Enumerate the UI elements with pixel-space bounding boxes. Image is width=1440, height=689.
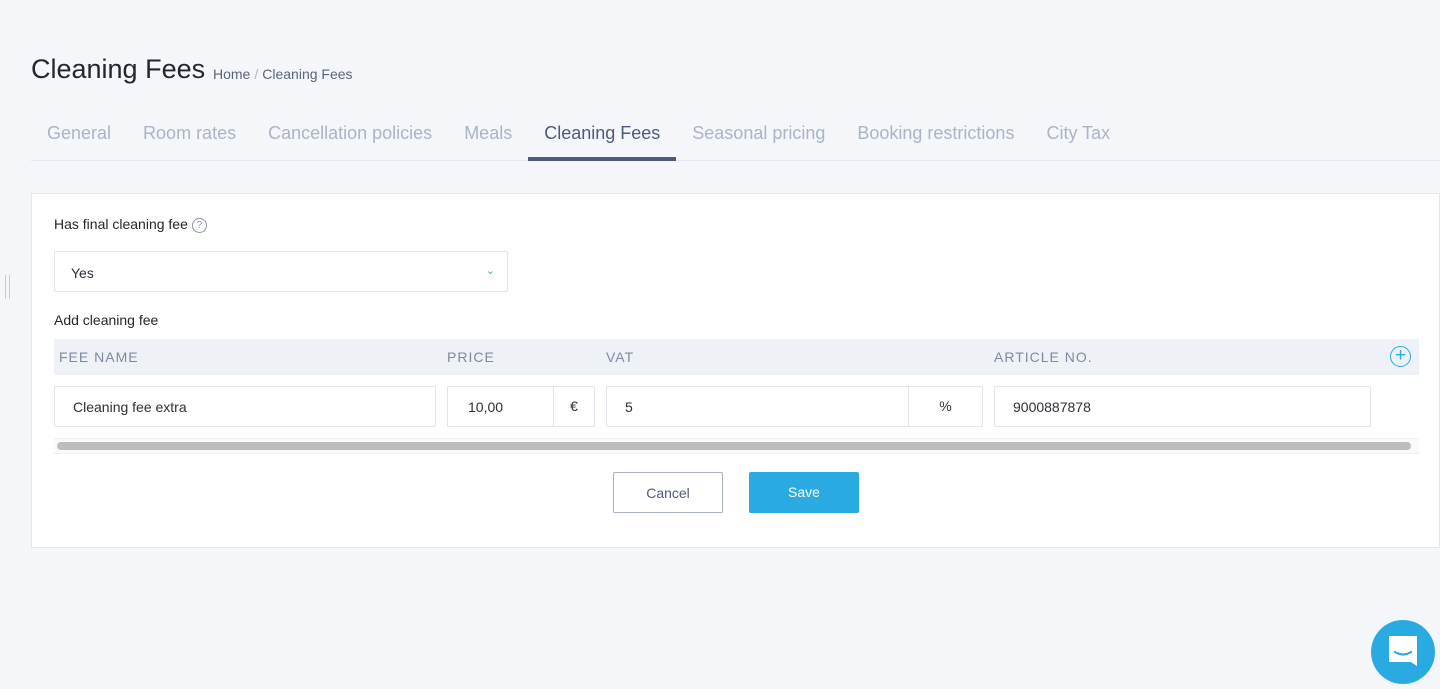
breadcrumb-home[interactable]: Home <box>213 66 250 82</box>
add-row-plus-icon[interactable]: + <box>1390 346 1411 367</box>
tab-booking-restrictions[interactable]: Booking restrictions <box>841 120 1030 161</box>
chat-launcher-button[interactable] <box>1371 620 1435 684</box>
col-article-no: ARTICLE NO. <box>994 349 1093 365</box>
breadcrumb: Home / Cleaning Fees <box>213 66 353 82</box>
resize-handle[interactable] <box>5 275 10 299</box>
currency-addon: € <box>553 387 594 426</box>
help-icon[interactable]: ? <box>191 217 207 233</box>
cleaning-fee-panel: Has final cleaning fee? Yes ⌄ Add cleanin… <box>31 193 1440 548</box>
has-fee-select[interactable]: Yes ⌄ <box>54 251 508 292</box>
chat-icon <box>1389 636 1417 666</box>
has-fee-label-text: Has final cleaning fee <box>54 216 188 232</box>
add-fee-label: Add cleaning fee <box>54 312 159 328</box>
cancel-button[interactable]: Cancel <box>613 472 723 513</box>
save-button[interactable]: Save <box>749 472 859 513</box>
select-value: Yes <box>71 265 94 281</box>
tab-room-rates[interactable]: Room rates <box>127 120 252 161</box>
table-header: FEE NAME PRICE VAT ARTICLE NO. + <box>54 339 1419 375</box>
chevron-down-icon: ⌄ <box>485 265 495 277</box>
vat-unit-addon: % <box>908 387 982 426</box>
tab-city-tax[interactable]: City Tax <box>1030 120 1126 161</box>
vat-input[interactable]: 5% <box>606 386 983 427</box>
tab-general[interactable]: General <box>31 120 127 161</box>
col-fee-name: FEE NAME <box>59 349 139 365</box>
col-vat: VAT <box>606 349 635 365</box>
page-title: Cleaning Fees <box>31 54 206 84</box>
article-no-input[interactable]: 9000887878 <box>994 386 1371 427</box>
tab-cleaning-fees[interactable]: Cleaning Fees <box>528 120 677 161</box>
tab-cancellation-policies[interactable]: Cancellation policies <box>252 120 448 161</box>
vat-value: 5 <box>625 399 633 415</box>
tab-bar: General Room rates Cancellation policies… <box>31 120 1440 161</box>
scrollbar-thumb[interactable] <box>57 442 1411 450</box>
price-input[interactable]: 10,00 € <box>447 386 595 427</box>
horizontal-scrollbar[interactable] <box>54 438 1419 454</box>
price-value: 10,00 <box>468 399 504 415</box>
breadcrumb-current: Cleaning Fees <box>262 66 353 82</box>
has-fee-label: Has final cleaning fee? <box>54 216 207 233</box>
tab-seasonal-pricing[interactable]: Seasonal pricing <box>676 120 841 161</box>
tab-meals[interactable]: Meals <box>448 120 528 161</box>
col-price: PRICE <box>447 349 495 365</box>
fee-name-input[interactable]: Cleaning fee extra <box>54 386 436 427</box>
